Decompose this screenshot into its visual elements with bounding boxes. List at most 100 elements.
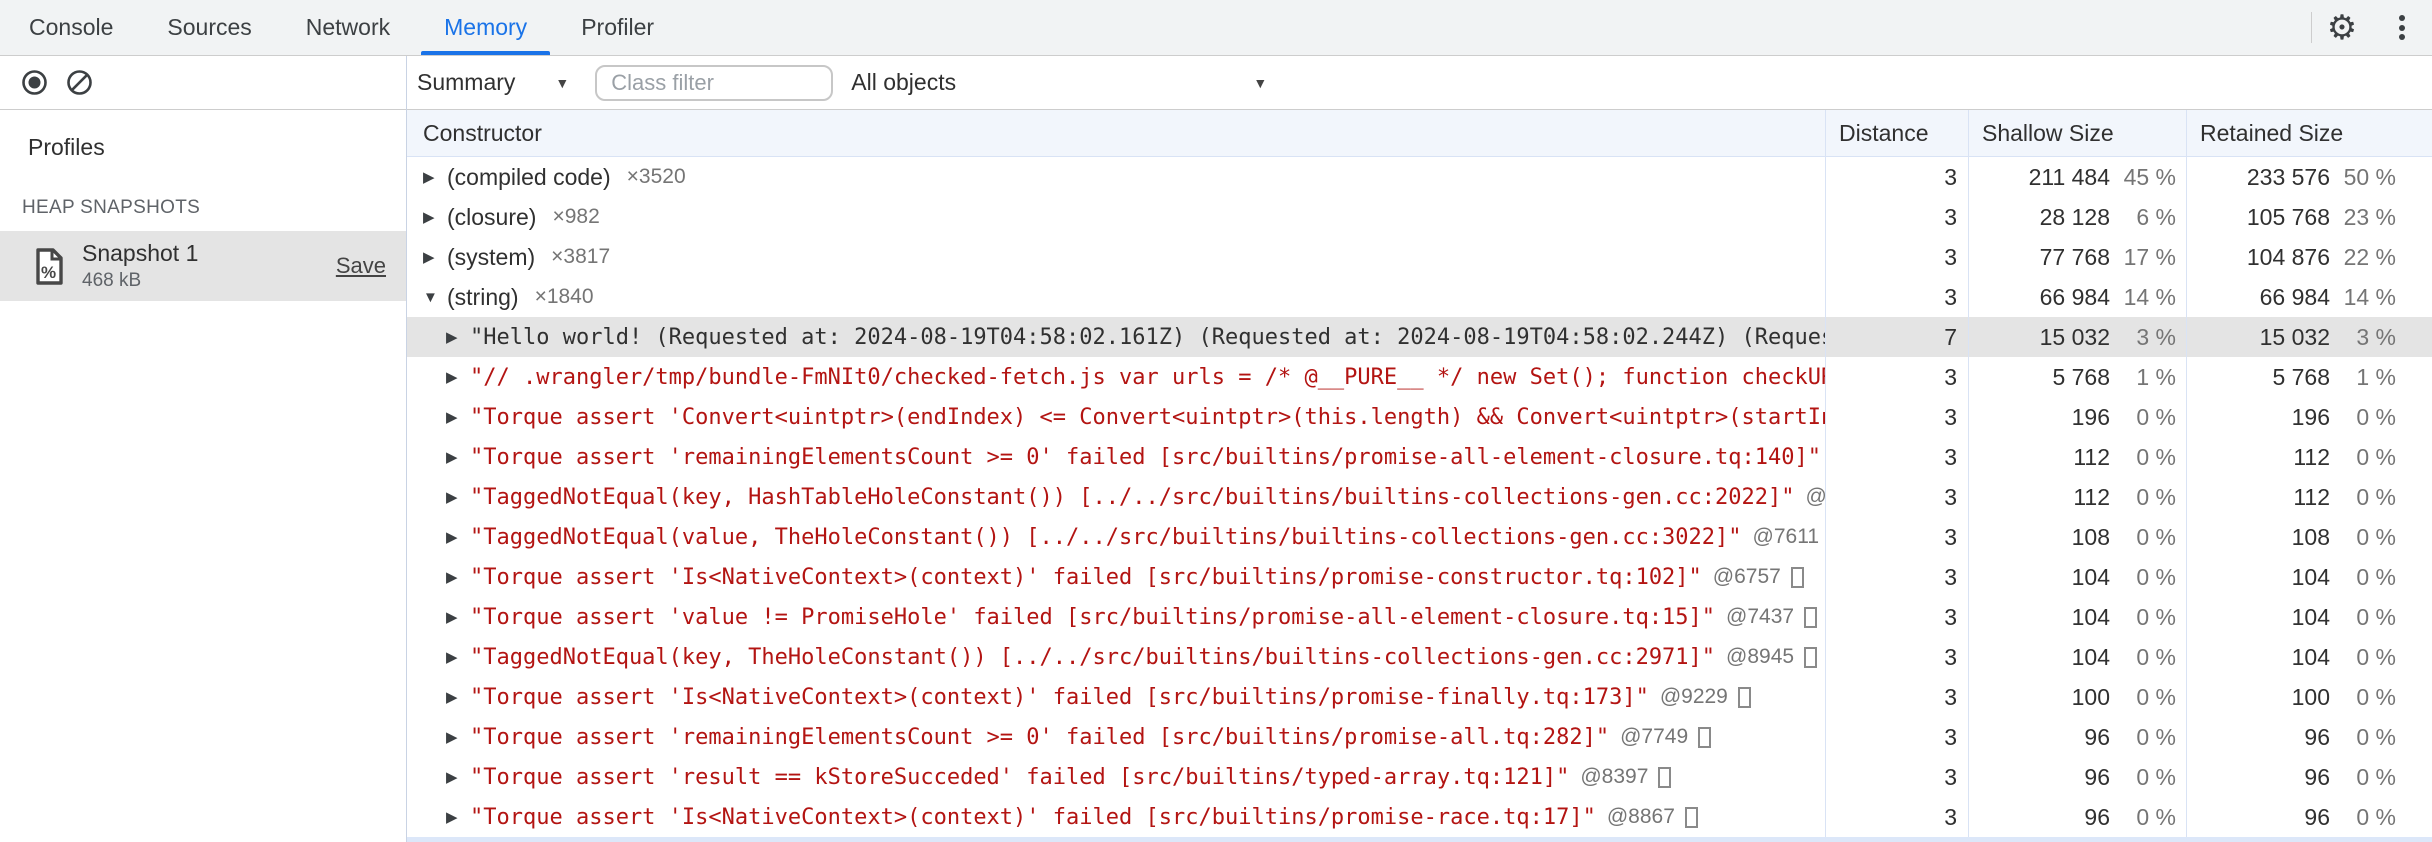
disclosure-triangle-icon[interactable]: ▶ [446,608,470,626]
settings-button[interactable]: ⚙ [2312,0,2372,55]
table-row[interactable]: ▶ (system) ×3817 3 77 768 17 % 104 876 22 % [407,237,2432,277]
tab-memory[interactable]: Memory [417,0,554,55]
class-filter-input[interactable] [595,64,834,101]
distance-cell: 3 [1825,637,1968,677]
disclosure-triangle-icon[interactable]: ▶ [446,648,470,666]
disclosure-triangle-icon[interactable]: ▶ [446,528,470,546]
chevron-down-icon: ▼ [1253,74,1268,91]
table-row[interactable]: ▶ "Torque assert 'result == kStoreSuccede… [407,757,2432,797]
clear-profiles-button[interactable] [65,68,94,97]
profiles-sidebar: Profiles HEAP SNAPSHOTS % Snapshot 1 468… [0,56,407,842]
disclosure-triangle-icon[interactable]: ▶ [446,808,470,826]
retained-size-cell: 105 768 23 % [2186,197,2432,237]
missing-glyph-box-icon [1698,726,1712,748]
table-row[interactable]: ▶ "Torque assert 'remainingElementsCount … [407,717,2432,757]
disclosure-triangle-icon[interactable]: ▼ [423,289,447,306]
column-header-retained-size[interactable]: Retained Size [2186,110,2432,156]
shallow-size-cell: 104 0 % [1968,637,2186,677]
column-header-shallow-size[interactable]: Shallow Size [1968,110,2186,156]
retained-size-cell: 112 0 % [2186,477,2432,517]
disclosure-triangle-icon[interactable]: ▶ [446,408,470,426]
retained-size-value: 112 [2293,443,2330,470]
chevron-down-icon[interactable]: ▼ [555,75,569,91]
table-row[interactable]: ▶ "Torque assert 'Is<NativeContext>(conte… [407,677,2432,717]
distance-cell: 3 [1825,797,1968,837]
record-heap-snapshot-button[interactable] [20,68,49,97]
retained-size-percent: 22 % [2343,243,2396,270]
retained-size-percent: 3 % [2356,323,2396,350]
shallow-size-value: 5 768 [2052,363,2110,390]
tab-network[interactable]: Network [279,0,417,55]
tab-profiler[interactable]: Profiler [554,0,681,55]
perspective-select[interactable]: Summary [417,69,515,96]
retained-size-cell: 104 876 22 % [2186,237,2432,277]
missing-glyph-box-icon [1790,566,1804,588]
missing-glyph-box-icon [1658,766,1672,788]
tab-console[interactable]: Console [2,0,140,55]
shallow-size-percent: 17 % [2123,243,2176,270]
object-id: @7437 [1726,605,1795,628]
snapshot-file-icon: % [36,247,63,285]
disclosure-triangle-icon[interactable]: ▶ [446,488,470,506]
retained-size-value: 233 576 [2246,163,2330,190]
shallow-size-percent: 0 % [2136,723,2176,750]
constructor-cell: ▶ "Torque assert 'remainingElementsCount … [407,717,1825,757]
disclosure-triangle-icon[interactable]: ▶ [446,568,470,586]
table-row[interactable]: ▶ "Torque assert 'Convert<uintptr>(endInd… [407,397,2432,437]
disclosure-triangle-icon[interactable]: ▶ [423,208,447,226]
retained-size-value: 108 [2291,523,2330,550]
gear-icon: ⚙ [2326,8,2358,47]
string-value: "TaggedNotEqual(key, HashTableHoleConsta… [470,484,1795,510]
snapshot-text: Snapshot 1 468 kB [82,240,198,292]
table-row[interactable]: ▶ (closure) ×982 3 28 128 6 % 105 768 23 % [407,197,2432,237]
retained-size-cell: 104 0 % [2186,637,2432,677]
table-row[interactable]: ▶ "Hello world! (Requested at: 2024-08-19… [407,317,2432,357]
shallow-size-percent: 3 % [2136,323,2176,350]
disclosure-triangle-icon[interactable]: ▶ [423,168,447,186]
tab-sources[interactable]: Sources [140,0,278,55]
constructor-cell: ▶ "Torque assert 'Is<NativeContext>(conte… [407,797,1825,837]
object-id: @6757 [1712,565,1781,588]
sidebar-item-snapshot-1[interactable]: % Snapshot 1 468 kB Save [0,231,406,301]
string-value: "// .wrangler/tmp/bundle-FmNIt0/checked-… [470,364,1825,390]
table-row[interactable]: ▶ "Torque assert 'Is<NativeContext>(conte… [407,797,2432,837]
constructor-cell: ▼ (string) ×1840 [407,277,1825,317]
disclosure-triangle-icon[interactable]: ▶ [446,448,470,466]
object-id: @8 [1805,485,1825,508]
shallow-size-cell: 211 484 45 % [1968,157,2186,197]
objects-scope-select[interactable]: All objects ▼ [851,69,1267,96]
heap-toolbar: Summary ▼ All objects ▼ [407,56,2432,110]
disclosure-triangle-icon[interactable]: ▶ [423,248,447,266]
table-row[interactable]: ▶ "Torque assert 'Is<NativeContext>(conte… [407,557,2432,597]
disclosure-triangle-icon[interactable]: ▶ [446,688,470,706]
table-row[interactable]: ▼ (string) ×1840 3 66 984 14 % 66 984 14 % [407,277,2432,317]
table-row[interactable]: ▶ "TaggedNotEqual(key, HashTableHoleConst… [407,477,2432,517]
string-value: "Torque assert 'Is<NativeContext>(contex… [470,804,1596,830]
table-row[interactable]: ▶ "Torque assert 'value != PromiseHole' f… [407,597,2432,637]
table-row[interactable]: ▶ "TaggedNotEqual(key, TheHoleConstant())… [407,637,2432,677]
disclosure-triangle-icon[interactable]: ▶ [446,368,470,386]
disclosure-triangle-icon[interactable]: ▶ [446,768,470,786]
retained-size-percent: 0 % [2356,763,2396,790]
shallow-size-percent: 6 % [2136,203,2176,230]
more-options-button[interactable] [2372,0,2432,55]
instance-count: ×982 [552,205,600,228]
constructor-label: (system) [447,243,536,270]
disclosure-triangle-icon[interactable]: ▶ [446,728,470,746]
constructor-cell: ▶ "Torque assert 'Convert<uintptr>(endInd… [407,397,1825,437]
shallow-size-value: 96 [2084,723,2110,750]
table-row[interactable]: ▶ "Torque assert 'remainingElementsCount … [407,437,2432,477]
constructor-label: (closure) [447,203,537,230]
table-row[interactable]: ▶ "// .wrangler/tmp/bundle-FmNIt0/checked… [407,357,2432,397]
shallow-size-percent: 0 % [2136,763,2176,790]
save-snapshot-link[interactable]: Save [336,253,386,279]
shallow-size-cell: 108 0 % [1968,517,2186,557]
table-row[interactable]: ▶ "TaggedNotEqual(value, TheHoleConstant(… [407,517,2432,557]
disclosure-triangle-icon[interactable]: ▶ [446,328,470,346]
constructor-cell: ▶ "Torque assert 'value != PromiseHole' f… [407,597,1825,637]
column-header-constructor[interactable]: Constructor [407,120,1825,147]
table-row[interactable]: ▶ (compiled code) ×3520 3 211 484 45 % 233 576… [407,157,2432,197]
column-header-distance[interactable]: Distance [1825,110,1968,156]
distance-cell: 3 [1825,437,1968,477]
shallow-size-value: 196 [2071,403,2110,430]
